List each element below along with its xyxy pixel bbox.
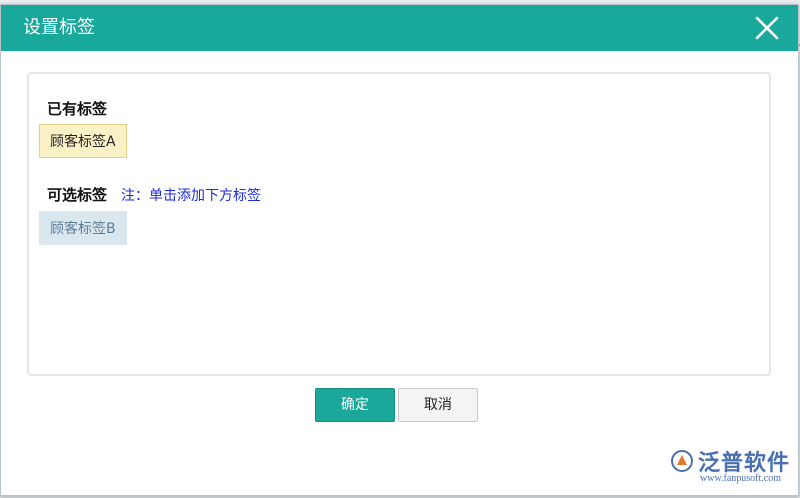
fanpu-logo-icon [671,450,693,472]
tags-panel: 已有标签 顾客标签A 可选标签 注：单击添加下方标签 顾客标签B [27,72,771,376]
set-tags-dialog: 设置标签 已有标签 顾客标签A 可选标签 注：单击添加下方标签 顾客标签B 确定… [0,4,799,496]
available-tag-item[interactable]: 顾客标签B [39,211,127,245]
owned-tag-item: 顾客标签A [39,124,127,158]
dialog-titlebar: 设置标签 [1,5,798,51]
close-icon[interactable] [754,15,780,41]
watermark: 泛普软件 www.fanpusoft.com [666,445,791,491]
watermark-url: www.fanpusoft.com [700,473,782,484]
dialog-title: 设置标签 [23,17,95,38]
available-tags-note: 注：单击添加下方标签 [121,188,261,204]
owned-tags-label: 已有标签 [47,100,108,118]
confirm-button[interactable]: 确定 [315,388,395,422]
available-tags-label: 可选标签 [47,186,108,204]
cancel-button[interactable]: 取消 [398,388,478,422]
